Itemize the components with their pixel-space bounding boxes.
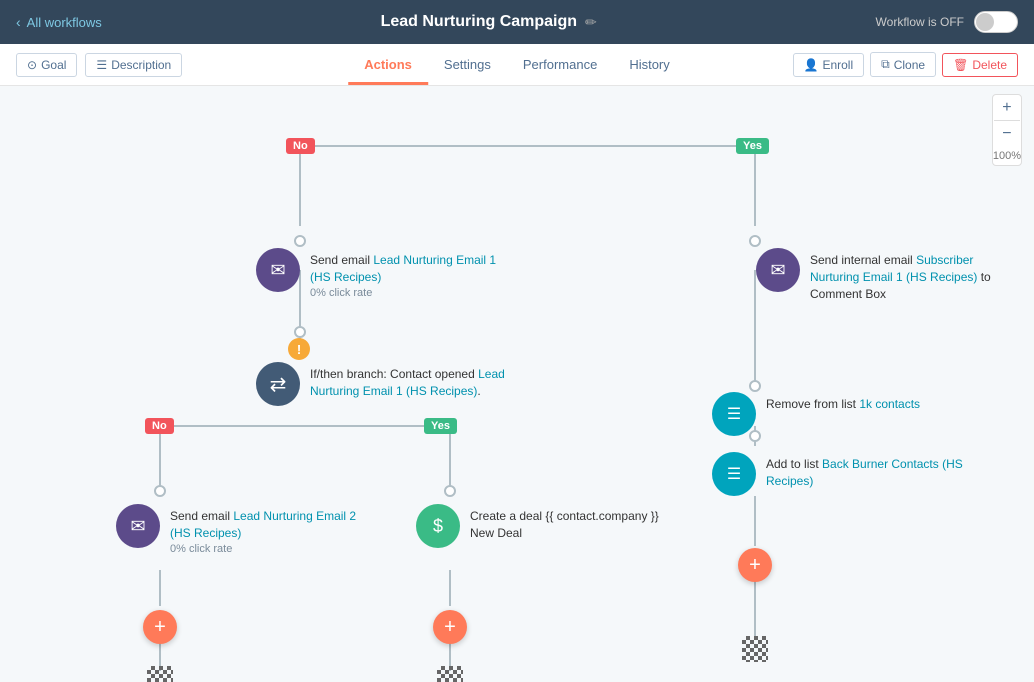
node-send-internal-email[interactable]: ✉ Send internal email Subscriber Nurturi… [756, 248, 1010, 302]
tab-settings[interactable]: Settings [428, 47, 507, 85]
send-internal-text: Send internal email Subscriber Nurturing… [810, 248, 1010, 302]
yes-label-top: Yes [736, 138, 769, 154]
zoom-in-button[interactable]: + [994, 95, 1020, 121]
goal-icon: ⊙ [27, 58, 37, 72]
end-marker-mid [437, 666, 463, 682]
remove-list-link[interactable]: 1k contacts [859, 397, 920, 411]
add-button-mid[interactable]: + [433, 610, 467, 644]
send-internal-prefix: Send internal email [810, 253, 916, 267]
back-label[interactable]: All workflows [27, 15, 102, 30]
create-deal-icon: $ [416, 504, 460, 548]
back-nav[interactable]: ‹ All workflows [16, 14, 102, 30]
send-email-2-prefix: Send email [170, 509, 233, 523]
description-button[interactable]: ☰ Description [85, 53, 182, 77]
checkerboard-mid [437, 666, 463, 682]
workflow-canvas: + − 100% [0, 86, 1034, 682]
yes-label-mid: Yes [424, 418, 457, 434]
toolbar-right: 👤 Enroll ⧉ Clone 🗑 Delete [793, 52, 1019, 77]
node-ifthen[interactable]: ⇄ If/then branch: Contact opened Lead Nu… [256, 362, 510, 406]
zoom-level: 100% [993, 147, 1021, 165]
clone-button[interactable]: ⧉ Clone [870, 52, 936, 77]
header-right: Workflow is OFF [876, 11, 1018, 33]
clone-icon: ⧉ [881, 57, 890, 72]
enroll-button[interactable]: 👤 Enroll [793, 53, 865, 77]
delete-label: Delete [972, 58, 1007, 72]
branch-yes-top: Yes [736, 136, 769, 154]
toggle-track[interactable] [974, 11, 1018, 33]
send-email-1-prefix: Send email [310, 253, 373, 267]
enroll-label: Enroll [822, 58, 853, 72]
description-icon: ☰ [96, 58, 107, 72]
ifthen-icon: ⇄ [256, 362, 300, 406]
header-center: Lead Nurturing Campaign ✏ [381, 13, 597, 31]
delete-button[interactable]: 🗑 Delete [942, 53, 1018, 77]
warning-indicator: ! [288, 338, 310, 360]
tabs: Actions Settings Performance History [348, 46, 686, 84]
node-send-email-2[interactable]: ✉ Send email Lead Nurturing Email 2 (HS … [116, 504, 370, 557]
goal-button[interactable]: ⊙ Goal [16, 53, 77, 77]
goal-label: Goal [41, 58, 66, 72]
send-email-2-icon: ✉ [116, 504, 160, 548]
zoom-out-button[interactable]: − [994, 121, 1020, 147]
zoom-controls: + − 100% [992, 94, 1022, 166]
add-btn-left[interactable]: + [143, 610, 177, 644]
create-deal-label: Create a deal {{ contact.company }} New … [470, 509, 659, 540]
node-send-email-1[interactable]: ✉ Send email Lead Nurturing Email 1 (HS … [256, 248, 510, 301]
toggle-knob [976, 13, 994, 31]
create-deal-text: Create a deal {{ contact.company }} New … [470, 504, 670, 542]
add-btn-mid[interactable]: + [433, 610, 467, 644]
no-label-top: No [286, 138, 315, 154]
send-internal-icon: ✉ [756, 248, 800, 292]
ifthen-prefix: If/then branch: Contact opened [310, 367, 478, 381]
add-btn-right[interactable]: + [738, 548, 772, 582]
header: ‹ All workflows Lead Nurturing Campaign … [0, 0, 1034, 44]
add-list-prefix: Add to list [766, 457, 822, 471]
tab-performance[interactable]: Performance [507, 47, 613, 85]
toolbar-left: ⊙ Goal ☰ Description [16, 53, 182, 77]
send-email-1-icon: ✉ [256, 248, 300, 292]
toolbar: ⊙ Goal ☰ Description Actions Settings Pe… [0, 44, 1034, 86]
send-email-1-text: Send email Lead Nurturing Email 1 (HS Re… [310, 248, 510, 301]
description-label: Description [111, 58, 171, 72]
edit-icon[interactable]: ✏ [585, 14, 597, 31]
clone-label: Clone [894, 58, 925, 72]
end-marker-left [147, 666, 173, 682]
checkerboard-right [742, 636, 768, 662]
add-button-left[interactable]: + [143, 610, 177, 644]
ifthen-suffix: . [477, 384, 480, 398]
workflow-title: Lead Nurturing Campaign [381, 13, 577, 31]
end-marker-right [742, 636, 768, 662]
remove-list-prefix: Remove from list [766, 397, 859, 411]
enroll-icon: 👤 [804, 58, 819, 72]
add-button-right[interactable]: + [738, 548, 772, 582]
delete-icon: 🗑 [953, 58, 968, 72]
send-email-2-text: Send email Lead Nurturing Email 2 (HS Re… [170, 504, 370, 557]
node-remove-list[interactable]: ☰ Remove from list 1k contacts [712, 392, 920, 436]
workflow-status: Workflow is OFF [876, 15, 964, 29]
tab-actions[interactable]: Actions [348, 47, 428, 85]
back-arrow-icon: ‹ [16, 14, 21, 30]
node-create-deal[interactable]: $ Create a deal {{ contact.company }} Ne… [416, 504, 670, 548]
branch-yes-mid: Yes [424, 416, 457, 434]
ifthen-text: If/then branch: Contact opened Lead Nurt… [310, 362, 510, 400]
add-list-icon: ☰ [712, 452, 756, 496]
remove-list-text: Remove from list 1k contacts [766, 392, 920, 413]
remove-list-icon: ☰ [712, 392, 756, 436]
add-list-text: Add to list Back Burner Contacts (HS Rec… [766, 452, 966, 490]
workflow-toggle[interactable] [974, 11, 1018, 33]
checkerboard-left [147, 666, 173, 682]
send-email-2-subtext: 0% click rate [170, 542, 370, 557]
warning-icon: ! [288, 338, 310, 360]
send-email-1-subtext: 0% click rate [310, 286, 510, 301]
tab-history[interactable]: History [613, 47, 685, 85]
no-label-mid: No [145, 418, 174, 434]
branch-no-mid: No [145, 416, 174, 434]
node-add-list[interactable]: ☰ Add to list Back Burner Contacts (HS R… [712, 452, 966, 496]
branch-no-top: No [286, 136, 315, 154]
